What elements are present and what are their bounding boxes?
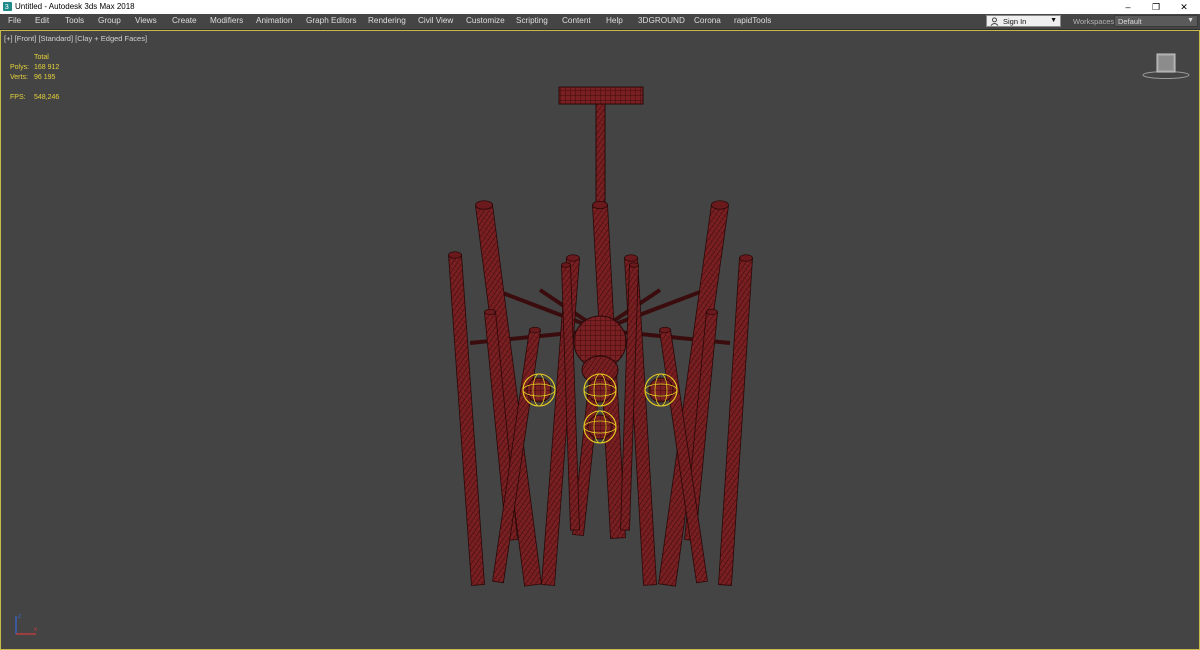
tube-top-cap-0 [448, 251, 462, 259]
user-icon [990, 17, 999, 26]
tube-top-cap-13 [629, 262, 639, 268]
window-title: Untitled - Autodesk 3ds Max 2018 [15, 2, 135, 11]
menu-file[interactable]: File [8, 16, 21, 25]
menu-civil-view[interactable]: Civil View [418, 16, 453, 25]
sign-in-dropdown[interactable]: Sign In ▼ [986, 15, 1061, 27]
menu-rendering[interactable]: Rendering [368, 16, 406, 25]
tube-top-cap-3 [566, 254, 580, 262]
tube-top-cap-5 [624, 254, 638, 262]
tube-0 [448, 254, 485, 586]
tube-top-cap-8 [739, 254, 753, 262]
maximize-button[interactable]: ❐ [1142, 0, 1170, 14]
menu-help[interactable]: Help [606, 16, 623, 25]
lamp-bulb-1 [587, 377, 613, 403]
svg-text:3: 3 [5, 2, 9, 11]
tube-top-cap-7 [711, 200, 729, 210]
menu-graph-editors[interactable]: Graph Editors [306, 16, 357, 25]
workspaces-select[interactable]: Default ▼ [1114, 15, 1198, 27]
tube-top-cap-1 [475, 200, 493, 210]
scene-chandelier-model[interactable] [0, 30, 1200, 650]
menu-3dground[interactable]: 3DGROUND [638, 16, 685, 25]
chevron-down-icon: ▼ [1187, 17, 1194, 24]
tube-top-cap-12 [561, 262, 571, 268]
menu-animation[interactable]: Animation [256, 16, 292, 25]
tube-top-cap-11 [659, 326, 671, 334]
menu-corona[interactable]: Corona [694, 16, 721, 25]
lamp-bulb-0 [526, 377, 552, 403]
tube-top-cap-4 [592, 200, 608, 210]
menu-customize[interactable]: Customize [466, 16, 505, 25]
ceiling-canopy [558, 86, 644, 105]
lamp-bulb-3 [587, 414, 613, 440]
menu-modifiers[interactable]: Modifiers [210, 16, 243, 25]
sign-in-label: Sign In [1003, 17, 1027, 26]
menu-content[interactable]: Content [562, 16, 591, 25]
menu-create[interactable]: Create [172, 16, 197, 25]
axis-tripod: z x [15, 614, 37, 635]
menu-tools[interactable]: Tools [65, 16, 84, 25]
tube-top-cap-9 [706, 308, 718, 316]
workspaces-label: Workspaces: [1073, 17, 1117, 26]
menu-rapidtools[interactable]: rapidTools [734, 16, 771, 25]
chevron-down-icon: ▼ [1050, 17, 1057, 24]
lamp-bulb-2 [648, 377, 674, 403]
menu-group[interactable]: Group [98, 16, 121, 25]
menu-views[interactable]: Views [135, 16, 157, 25]
svg-text:z: z [18, 614, 21, 620]
tube-top-cap-10 [529, 326, 541, 334]
menu-scripting[interactable]: Scripting [516, 16, 548, 25]
close-button[interactable]: ✕ [1170, 0, 1198, 14]
tube-8 [718, 257, 753, 586]
title-bar: 3 Untitled - Autodesk 3ds Max 2018 – ❐ ✕ [0, 0, 1200, 14]
tube-top-cap-2 [484, 308, 496, 316]
minimize-button[interactable]: – [1114, 0, 1142, 14]
menu-edit[interactable]: Edit [35, 16, 49, 25]
svg-text:x: x [34, 627, 37, 633]
app-icon: 3 [3, 2, 12, 11]
workspaces-value: Default [1118, 17, 1142, 26]
